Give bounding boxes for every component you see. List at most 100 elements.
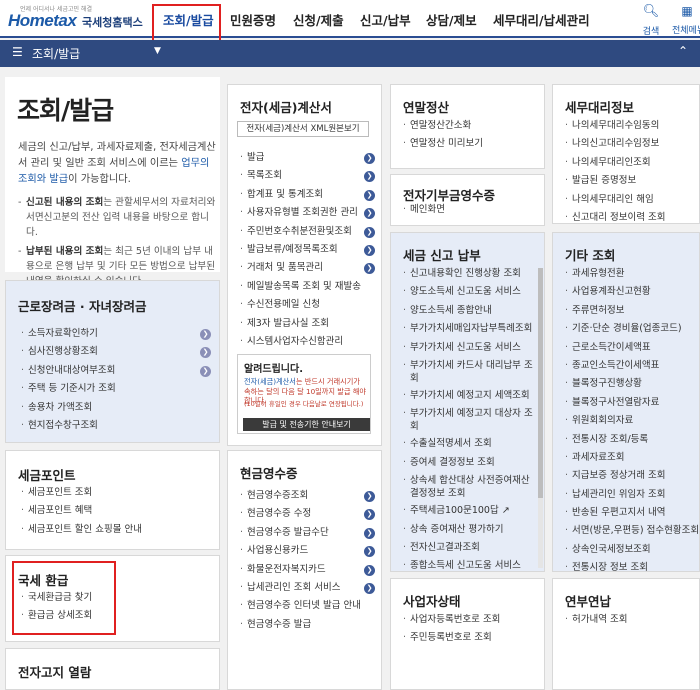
list-item[interactable]: 주택세금100문100답 ↗ — [401, 502, 539, 520]
arrow-right-icon: ❯ — [364, 208, 375, 220]
list-item[interactable]: 전통시장 정보 조회 — [563, 559, 699, 571]
list-item[interactable]: 전자신고결과조회 — [401, 539, 539, 557]
list-item[interactable]: 주류면허정보 — [563, 302, 699, 320]
list-item[interactable]: 과세자료조회 — [563, 449, 699, 467]
list-item[interactable]: 신청안내대상여부조회 ❯ — [19, 362, 214, 380]
list-item[interactable]: 수출실적명세서 조회 — [401, 435, 539, 453]
list-item[interactable]: 부가가치세 카드사 대리납부 조회 — [401, 357, 539, 387]
list-item[interactable]: 나의세무대리인 해임 — [563, 191, 697, 209]
chevron-down-icon[interactable]: ▼ — [154, 46, 161, 56]
list-item[interactable]: 현금영수증 발급수단 ❯ — [238, 524, 376, 542]
search-button[interactable]: 🔍︎ 검색 — [640, 4, 662, 38]
list-item[interactable]: 근로소득간이세액표 — [563, 339, 699, 357]
list-item[interactable]: 상속 증여재산 평가하기 — [401, 521, 539, 539]
xml-view-button[interactable]: 전자(세금)계산서 XML원본보기 — [237, 121, 369, 137]
list-item[interactable]: 세금포인트 할인 쇼핑몰 안내 — [19, 521, 214, 539]
item-label: 허가내역 조회 — [572, 614, 628, 625]
tax-report-scrollbar[interactable] — [538, 268, 543, 568]
list-item[interactable]: 세금포인트 조회 — [19, 484, 214, 502]
list-item[interactable]: 사업용계좌신고현황 — [563, 283, 699, 301]
hamburger-icon[interactable]: ☰ — [12, 45, 23, 59]
nav-apply-submit[interactable]: 신청/제출 — [293, 10, 344, 29]
list-item[interactable]: 양도소득세 종합안내 — [401, 302, 539, 320]
list-item[interactable]: 허가내역 조회 — [563, 611, 697, 629]
arrow-right-icon: ❯ — [200, 329, 211, 340]
list-item[interactable]: 부가가치세 예정고지 세액조회 — [401, 387, 539, 405]
other-lookup-list: 과세유형전환 사업용계좌신고현황 주류면허정보 기준·단순 경비율(업종코드) … — [563, 265, 699, 571]
nav-civil-cert[interactable]: 민원증명 — [230, 10, 276, 29]
list-item[interactable]: 상속세 합산대상 사전증여재산 결정정보 조회 — [401, 472, 539, 502]
list-item[interactable]: 사업자등록번호로 조회 — [401, 611, 539, 629]
list-item[interactable]: 양도소득세 신고도움 서비스 — [401, 283, 539, 301]
scrollbar-thumb[interactable] — [538, 268, 543, 498]
list-item[interactable]: 현지접수창구조회 — [19, 417, 214, 435]
item-label: 종교인소득간이세액표 — [572, 359, 660, 371]
list-item[interactable]: 거래처 및 품목관리 ❯ — [238, 259, 376, 278]
list-item[interactable]: 주택 등 기준시가 조회 — [19, 380, 214, 398]
list-item[interactable]: 신고내용확인 진행상황 조회 — [401, 265, 539, 283]
list-item[interactable]: 발급된 증명정보 — [563, 172, 697, 190]
list-item[interactable]: 종합소득세 신고도움 서비스 — [401, 557, 539, 571]
list-item[interactable]: 블록정구진행상황 — [563, 375, 699, 393]
item-label: 주민등록번호로 조회 — [410, 632, 492, 644]
list-item[interactable]: 부가가치세 예정고지 대상자 조회 — [401, 405, 539, 435]
list-item[interactable]: 지급보증 정상거래 조회 — [563, 467, 699, 485]
list-item[interactable]: 현금영수증조회 ❯ — [238, 487, 376, 505]
nav-tax-agent[interactable]: 세무대리/납세관리 — [493, 10, 590, 29]
list-item[interactable]: 전통시장 조회/등록 — [563, 431, 699, 449]
list-item[interactable]: 나의신고대리수임정보 — [563, 135, 697, 153]
list-item[interactable]: 납세관리인 위임자 조회 — [563, 486, 699, 504]
list-item[interactable]: 메일발송목록 조회 및 재발송 — [238, 278, 376, 296]
list-item[interactable]: 메인화면 — [401, 201, 539, 219]
list-item[interactable]: 기준·단순 경비율(업종코드) — [563, 320, 699, 338]
list-item[interactable]: 목록조회 ❯ — [238, 167, 376, 186]
item-label: 거래처 및 품목관리 — [247, 262, 323, 274]
list-item[interactable]: 화물운전자복지카드 ❯ — [238, 561, 376, 579]
list-item[interactable]: 나의세무대리인조회 — [563, 154, 697, 172]
list-item[interactable]: 수신전용메일 신청 — [238, 296, 376, 314]
list-item[interactable]: 연말정산 미리보기 — [401, 135, 539, 153]
list-item[interactable]: 주민등록번호로 조회 — [401, 629, 539, 647]
all-menu-button[interactable]: ▦ 전체메뉴 — [672, 4, 700, 37]
list-item[interactable]: 나의세무대리수임동의 — [563, 117, 697, 135]
list-item[interactable]: 상속인국세정보조회 — [563, 541, 699, 559]
list-item[interactable]: 현금영수증 발급 — [238, 616, 376, 634]
year-end-title: 연말정산 — [403, 100, 450, 115]
list-item[interactable]: 현금영수증 수정 ❯ — [238, 505, 376, 524]
chevron-up-icon[interactable]: ⌃ — [678, 44, 688, 58]
list-item[interactable]: 현금영수증 인터넷 발급 안내 — [238, 597, 376, 615]
list-item[interactable]: 소득자료확인하기 ❯ — [19, 325, 214, 343]
item-label: 부가가치세매입자납부특례조회 — [410, 323, 533, 335]
list-item[interactable]: 부가가치세 신고도움 서비스 — [401, 339, 539, 357]
list-item[interactable]: 주민번호수취분전환및조회 ❯ — [238, 223, 376, 241]
list-item[interactable]: 사업용신용카드 ❯ — [238, 542, 376, 561]
nav-consult-report[interactable]: 상담/제보 — [426, 10, 477, 29]
item-label: 상속세 합산대상 사전증여재산 결정정보 조회 — [410, 475, 530, 500]
list-item[interactable]: 위원회회의자료 — [563, 412, 699, 430]
list-item[interactable]: 과세유형전환 — [563, 265, 699, 283]
list-item[interactable]: 합계표 및 통계조회 ❯ — [238, 186, 376, 204]
list-item[interactable]: 블록정구사전열람자료 — [563, 394, 699, 412]
list-item[interactable]: 심사진행상황조회 ❯ — [19, 343, 214, 362]
list-item[interactable]: 부가가치세매입자납부특례조회 — [401, 320, 539, 338]
issue-deadline-guide-button[interactable]: 발급 및 전송기한 안내보기 — [243, 418, 370, 431]
list-item[interactable]: 반송된 우편고지서 내역 — [563, 504, 699, 522]
list-item[interactable]: 송용차 가액조회 — [19, 399, 214, 417]
list-item[interactable]: 발급보류/예정목록조회 ❯ — [238, 241, 376, 259]
list-item[interactable]: 증여세 결정정보 조회 — [401, 454, 539, 472]
list-item[interactable]: 시스템사업자수신함관리 — [238, 333, 376, 351]
list-item[interactable]: 세금포인트 혜택 — [19, 502, 214, 520]
item-label: 주택 등 기준시가 조회 — [28, 383, 116, 395]
list-item[interactable]: 제3자 발급사실 조회 — [238, 315, 376, 333]
list-item[interactable]: 서면(방문,우편등) 접수현황조회 — [563, 522, 699, 540]
list-item[interactable]: 종교인소득간이세액표 — [563, 357, 699, 375]
list-item[interactable]: 발급 ❯ — [238, 149, 376, 167]
list-item[interactable]: 연말정산간소화 — [401, 117, 539, 135]
arrow-right-icon: ❯ — [364, 564, 375, 576]
list-item[interactable]: 납세관리인 조회 서비스 ❯ — [238, 579, 376, 597]
tax-agent-list: 나의세무대리수임동의 나의신고대리수임정보 나의세무대리인조회 발급된 증명정보… — [563, 117, 697, 227]
nav-report-pay[interactable]: 신고/납부 — [360, 10, 411, 29]
list-item[interactable]: 사용자유형별 조회권한 관리 ❯ — [238, 204, 376, 223]
tax-points-title: 세금포인트 — [18, 468, 76, 483]
list-item[interactable]: 신고대리 정보이력 조회 — [563, 209, 697, 227]
